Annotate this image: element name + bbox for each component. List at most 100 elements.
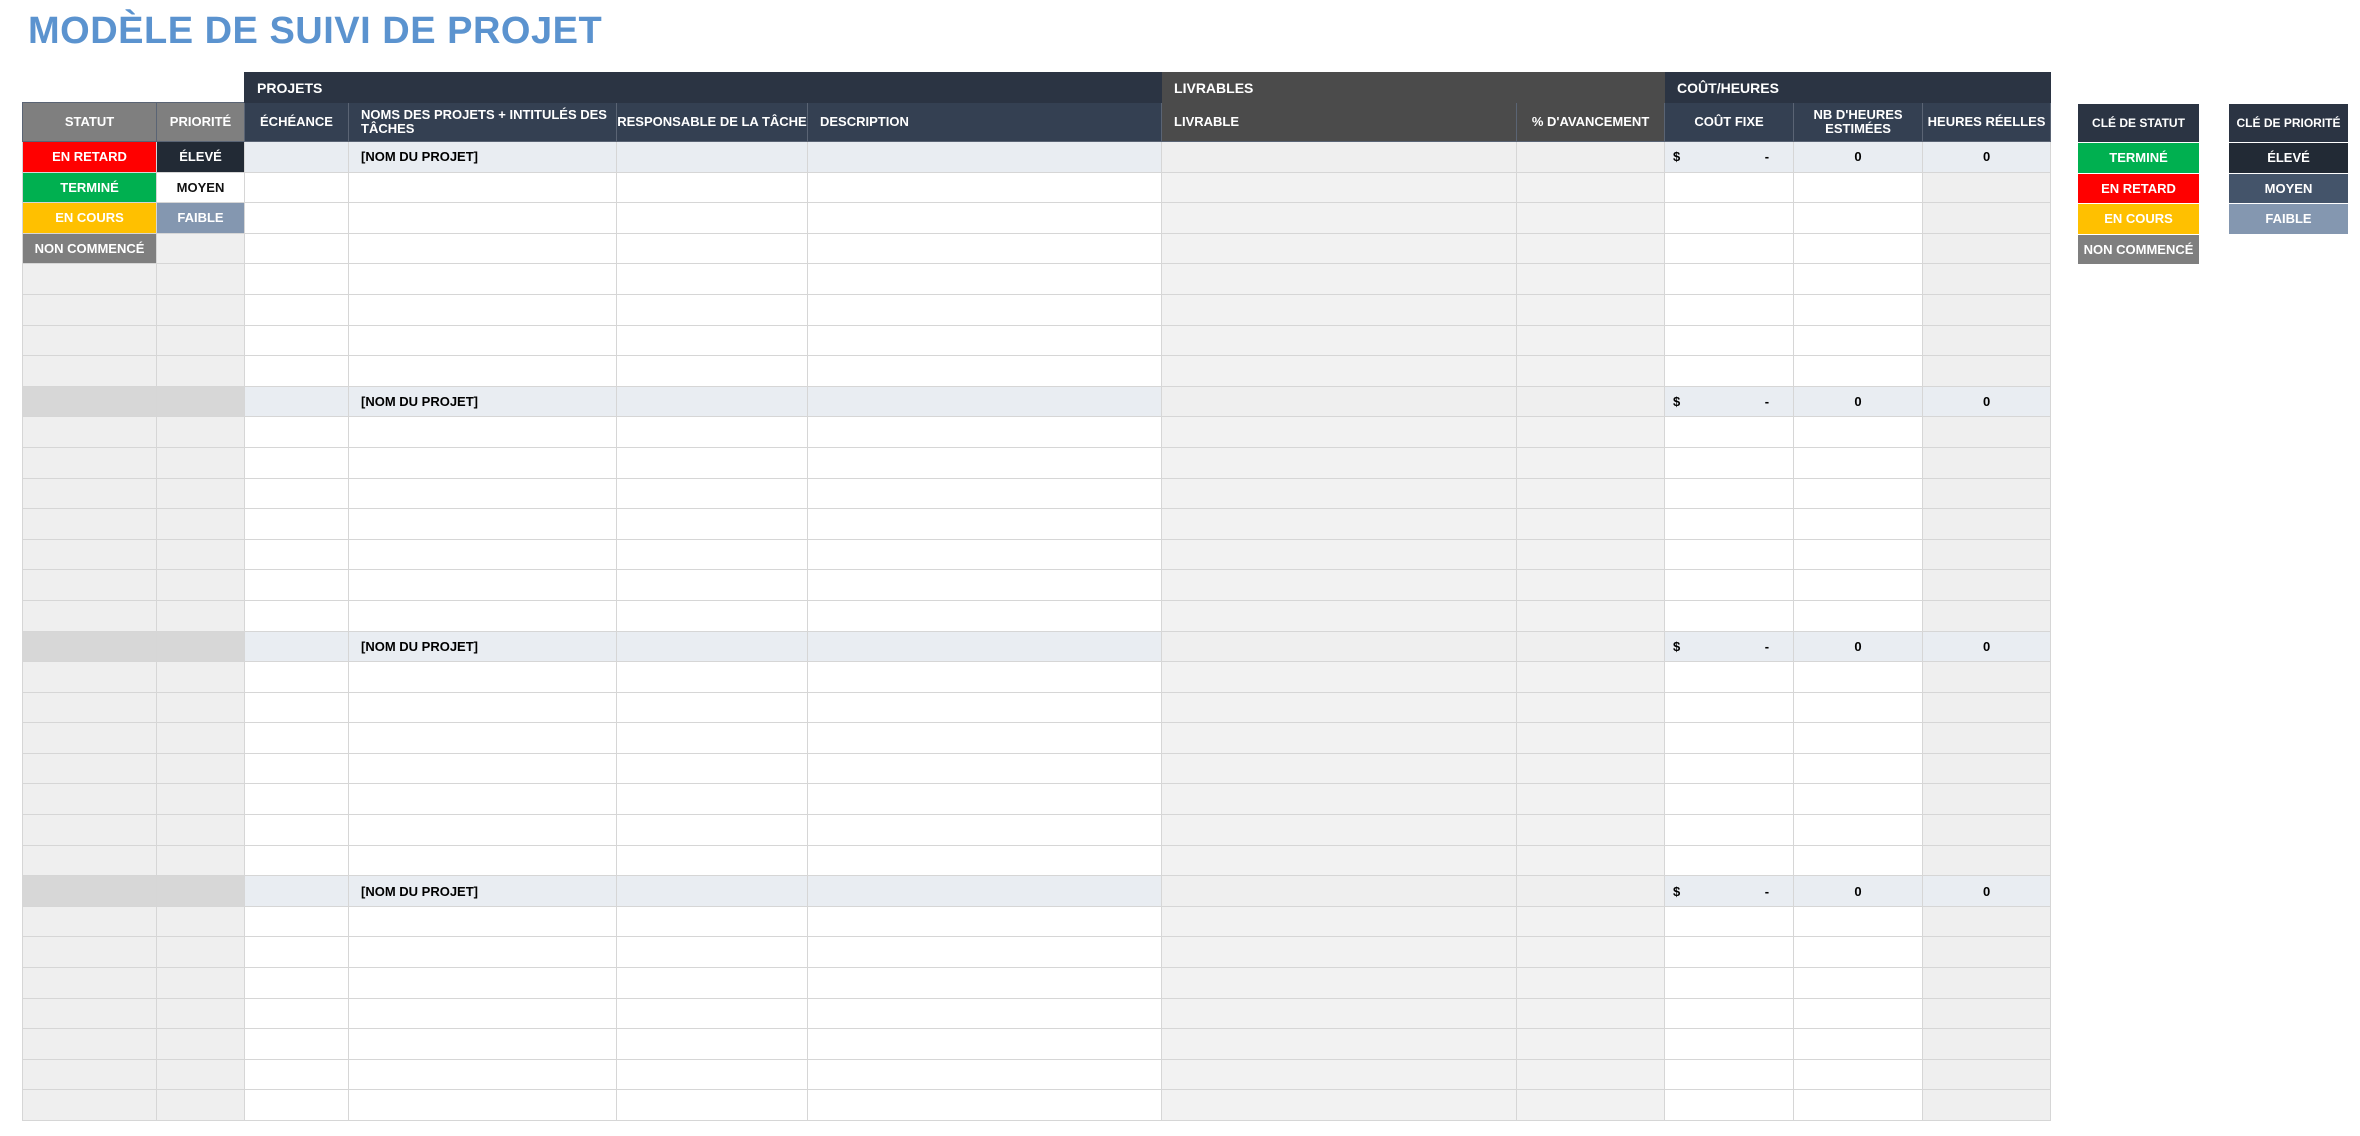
responsable-cell[interactable] — [616, 446, 808, 479]
statut-cell[interactable]: TERMINÉ — [22, 171, 157, 204]
heures-reelles-cell[interactable] — [1922, 1089, 2052, 1121]
priorite-cell[interactable] — [156, 1089, 245, 1121]
avancement-cell[interactable] — [1516, 722, 1666, 754]
avancement-cell[interactable] — [1516, 599, 1666, 632]
priorite-cell[interactable] — [156, 416, 245, 448]
avancement-cell[interactable] — [1516, 202, 1666, 234]
heures-reelles-cell[interactable] — [1922, 202, 2052, 234]
priorite-cell[interactable] — [156, 905, 245, 938]
statut-cell[interactable] — [22, 630, 157, 663]
responsable-cell[interactable] — [616, 385, 808, 418]
heures-reelles-cell[interactable] — [1922, 324, 2052, 357]
echeance-cell[interactable] — [244, 171, 349, 204]
statut-cell[interactable] — [22, 1058, 157, 1091]
task-name-cell[interactable] — [348, 263, 617, 295]
avancement-cell[interactable] — [1516, 263, 1666, 295]
task-name-cell[interactable] — [348, 905, 617, 938]
cout-fixe-cell[interactable] — [1664, 905, 1795, 938]
heures-estimees-cell[interactable] — [1793, 844, 1924, 877]
echeance-cell[interactable] — [244, 936, 349, 969]
livrable-cell[interactable] — [1161, 202, 1518, 234]
livrable-cell[interactable] — [1161, 263, 1518, 295]
responsable-cell[interactable] — [616, 630, 808, 663]
livrable-cell[interactable] — [1161, 416, 1518, 448]
statut-cell[interactable] — [22, 1028, 157, 1060]
echeance-cell[interactable] — [244, 141, 349, 173]
heures-estimees-cell[interactable] — [1793, 722, 1924, 754]
priorite-cell[interactable] — [156, 875, 245, 907]
project-name[interactable]: [NOM DU PROJET] — [348, 141, 617, 173]
statut-cell[interactable] — [22, 416, 157, 448]
task-name-cell[interactable] — [348, 722, 617, 754]
responsable-cell[interactable] — [616, 814, 808, 846]
livrable-cell[interactable] — [1161, 569, 1518, 601]
heures-reelles-cell[interactable] — [1922, 232, 2052, 265]
responsable-cell[interactable] — [616, 752, 808, 785]
cout-fixe-cell[interactable]: $ - — [1664, 875, 1795, 907]
task-name-cell[interactable] — [348, 416, 617, 448]
priorite-cell[interactable] — [156, 446, 245, 479]
responsable-cell[interactable] — [616, 263, 808, 295]
responsable-cell[interactable] — [616, 783, 808, 816]
description-cell[interactable] — [806, 538, 1163, 571]
echeance-cell[interactable] — [244, 905, 349, 938]
livrable-cell[interactable] — [1161, 1028, 1518, 1060]
project-name[interactable]: [NOM DU PROJET] — [348, 385, 617, 418]
echeance-cell[interactable] — [244, 967, 349, 999]
cout-fixe-cell[interactable] — [1664, 1028, 1795, 1060]
livrable-cell[interactable] — [1161, 1089, 1518, 1121]
livrable-cell[interactable] — [1161, 814, 1518, 846]
livrable-cell[interactable] — [1161, 538, 1518, 571]
col-header-heures-estimees[interactable]: NB D'HEURES ESTIMÉES — [1793, 102, 1924, 142]
description-cell[interactable] — [806, 936, 1163, 969]
echeance-cell[interactable] — [244, 752, 349, 785]
cout-fixe-cell[interactable] — [1664, 1089, 1795, 1121]
heures-estimees-cell[interactable] — [1793, 416, 1924, 448]
description-cell[interactable] — [806, 446, 1163, 479]
echeance-cell[interactable] — [244, 446, 349, 479]
heures-estimees-cell[interactable] — [1793, 997, 1924, 1030]
avancement-cell[interactable] — [1516, 293, 1666, 326]
heures-estimees-cell[interactable] — [1793, 1089, 1924, 1121]
livrable-cell[interactable] — [1161, 997, 1518, 1030]
echeance-cell[interactable] — [244, 385, 349, 418]
statut-cell[interactable]: NON COMMENCÉ — [22, 232, 157, 265]
heures-estimees-cell[interactable] — [1793, 936, 1924, 969]
echeance-cell[interactable] — [244, 1058, 349, 1091]
heures-estimees-cell[interactable]: 0 — [1793, 385, 1924, 418]
priorite-cell[interactable] — [156, 997, 245, 1030]
description-cell[interactable] — [806, 293, 1163, 326]
statut-cell[interactable] — [22, 477, 157, 510]
avancement-cell[interactable] — [1516, 691, 1666, 724]
avancement-cell[interactable] — [1516, 661, 1666, 693]
heures-reelles-cell[interactable] — [1922, 844, 2052, 877]
livrable-cell[interactable] — [1161, 783, 1518, 816]
col-header-responsable[interactable]: RESPONSABLE DE LA TÂCHE — [616, 102, 808, 142]
responsable-cell[interactable] — [616, 355, 808, 387]
task-name-cell[interactable] — [348, 355, 617, 387]
priorite-cell[interactable] — [156, 569, 245, 601]
cout-fixe-cell[interactable] — [1664, 936, 1795, 969]
project-name[interactable]: [NOM DU PROJET] — [348, 875, 617, 907]
priorite-cell[interactable]: ÉLEVÉ — [156, 141, 245, 173]
heures-reelles-cell[interactable] — [1922, 967, 2052, 999]
responsable-cell[interactable] — [616, 508, 808, 540]
statut-cell[interactable]: EN COURS — [22, 202, 157, 234]
echeance-cell[interactable] — [244, 844, 349, 877]
cout-fixe-cell[interactable] — [1664, 263, 1795, 295]
task-name-cell[interactable] — [348, 814, 617, 846]
priorite-cell[interactable] — [156, 293, 245, 326]
description-cell[interactable] — [806, 844, 1163, 877]
echeance-cell[interactable] — [244, 875, 349, 907]
responsable-cell[interactable] — [616, 844, 808, 877]
priorite-cell[interactable] — [156, 844, 245, 877]
livrable-cell[interactable] — [1161, 844, 1518, 877]
statut-cell[interactable] — [22, 967, 157, 999]
heures-reelles-cell[interactable] — [1922, 538, 2052, 571]
task-name-cell[interactable] — [348, 232, 617, 265]
avancement-cell[interactable] — [1516, 355, 1666, 387]
heures-estimees-cell[interactable] — [1793, 752, 1924, 785]
responsable-cell[interactable] — [616, 202, 808, 234]
heures-estimees-cell[interactable] — [1793, 202, 1924, 234]
heures-estimees-cell[interactable] — [1793, 661, 1924, 693]
